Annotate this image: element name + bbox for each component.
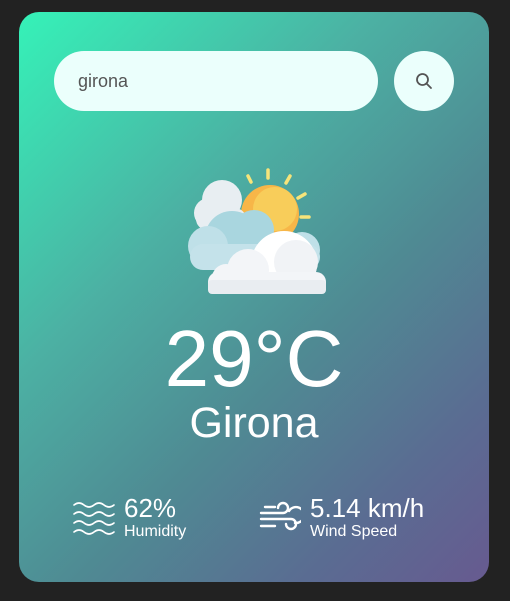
wind-label: Wind Speed bbox=[310, 523, 398, 540]
humidity-label: Humidity bbox=[124, 523, 187, 540]
temperature-value: 29°C bbox=[164, 314, 344, 403]
partly-cloudy-sun-icon bbox=[188, 168, 326, 294]
weather-card: 29°C Girona 62% Humidity bbox=[19, 12, 489, 582]
humidity-detail: 62% Humidity bbox=[73, 494, 186, 542]
wind-value: 5.14 km/h bbox=[310, 493, 425, 523]
wind-detail: 5.14 km/h Wind Speed bbox=[259, 494, 424, 542]
wind-icon bbox=[259, 501, 301, 531]
search-icon bbox=[416, 73, 432, 89]
search-button[interactable] bbox=[394, 51, 454, 111]
humidity-value: 62% bbox=[124, 493, 177, 523]
humidity-text: 62% Humidity bbox=[124, 494, 186, 542]
waves-icon bbox=[73, 502, 115, 535]
search-input[interactable] bbox=[54, 51, 378, 111]
city-name: Girona bbox=[189, 399, 319, 447]
wind-text: 5.14 km/h Wind Speed bbox=[310, 494, 424, 542]
